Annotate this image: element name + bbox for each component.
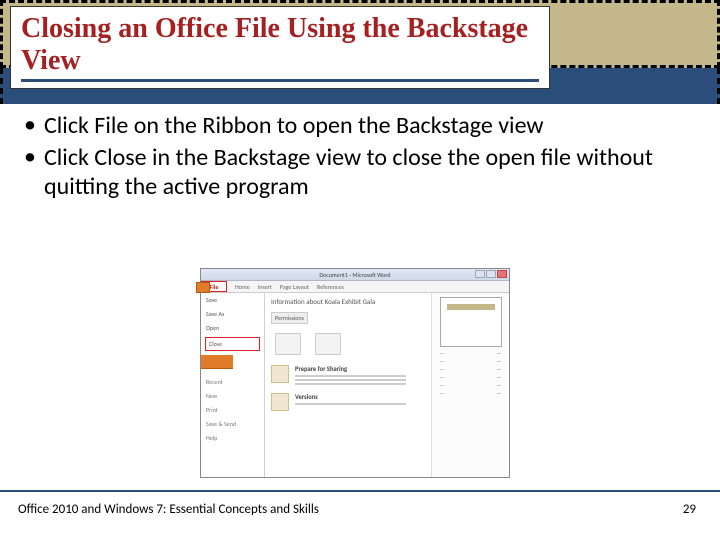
bullet-item: Click File on the Ribbon to open the Bac…: [18, 112, 702, 140]
prop-row: ——: [440, 375, 502, 381]
prop-row: ——: [440, 367, 502, 373]
ribbon-tab: References: [313, 283, 348, 291]
sidebar-save-send: Save & Send: [201, 417, 264, 431]
window-title-text: Document1 - Microsoft Word: [319, 271, 390, 279]
section-icon: [271, 365, 289, 383]
section-heading: Prepare for Sharing: [295, 365, 425, 373]
bullet-item: Click Close in the Backstage view to clo…: [18, 144, 702, 201]
slide-footer: Office 2010 and Windows 7: Essential Con…: [0, 492, 720, 540]
sidebar-help: Help: [201, 431, 264, 445]
prop-row: ——: [440, 351, 502, 357]
maximize-icon: [486, 270, 496, 278]
sidebar-close-highlighted: Close: [205, 337, 260, 351]
ribbon-tab: Home: [231, 283, 254, 291]
window-buttons: [475, 270, 507, 278]
sidebar-save-as: Save As: [201, 307, 264, 321]
doc-icon: [315, 333, 341, 355]
ribbon-tab: Page Layout: [276, 283, 313, 291]
window-titlebar: Document1 - Microsoft Word: [201, 269, 509, 281]
backstage-body: Save Save As Open Close Recent New Print…: [201, 293, 509, 477]
title-box: Closing an Office File Using the Backsta…: [10, 6, 550, 89]
minimize-icon: [475, 270, 485, 278]
sidebar-print: Print: [201, 403, 264, 417]
backstage-right-column: —— —— —— —— —— ——: [431, 293, 509, 477]
backstage-sidebar: Save Save As Open Close Recent New Print…: [201, 293, 265, 477]
section-icon: [271, 393, 289, 411]
icon-row: [275, 333, 425, 355]
close-icon: [497, 270, 507, 278]
section-text: Prepare for Sharing: [295, 365, 425, 387]
sidebar-recent: Recent: [201, 375, 264, 389]
page-number: 29: [683, 502, 696, 517]
section-text: Versions: [295, 393, 425, 411]
text-line: [295, 383, 406, 385]
footer-text: Office 2010 and Windows 7: Essential Con…: [18, 502, 319, 517]
backstage-main: Information about Koala Exhibit Gala Per…: [265, 293, 431, 477]
section-heading: Versions: [295, 393, 425, 401]
sidebar-info-active: [201, 355, 233, 369]
doc-icon: [275, 333, 301, 355]
sidebar-open: Open: [201, 321, 264, 335]
slide-title: Closing an Office File Using the Backsta…: [21, 13, 539, 82]
ribbon-tab: Insert: [254, 283, 276, 291]
versions-section: Versions: [271, 393, 425, 411]
prop-row: ——: [440, 383, 502, 389]
doc-properties: —— —— —— —— —— ——: [440, 351, 502, 399]
text-line: [295, 403, 406, 405]
ribbon-tabs: File Home Insert Page Layout References: [201, 281, 509, 293]
text-line: [295, 375, 406, 377]
info-heading: Information about Koala Exhibit Gala: [271, 297, 425, 306]
sidebar-lower: Recent New Print Save & Send Help: [201, 375, 264, 445]
sidebar-save: Save: [201, 293, 264, 307]
sidebar-new: New: [201, 389, 264, 403]
quick-access-stub: [196, 282, 210, 293]
prepare-sharing-section: Prepare for Sharing: [271, 365, 425, 387]
prop-row: ——: [440, 359, 502, 365]
doc-thumbnail: [440, 297, 502, 347]
embedded-screenshot: Document1 - Microsoft Word File Home Ins…: [200, 268, 510, 478]
permissions-header: Permissions: [271, 312, 308, 324]
slide: Closing an Office File Using the Backsta…: [0, 0, 720, 540]
bullet-list: Click File on the Ribbon to open the Bac…: [18, 112, 702, 201]
prop-row: ——: [440, 391, 502, 397]
text-line: [295, 379, 406, 381]
